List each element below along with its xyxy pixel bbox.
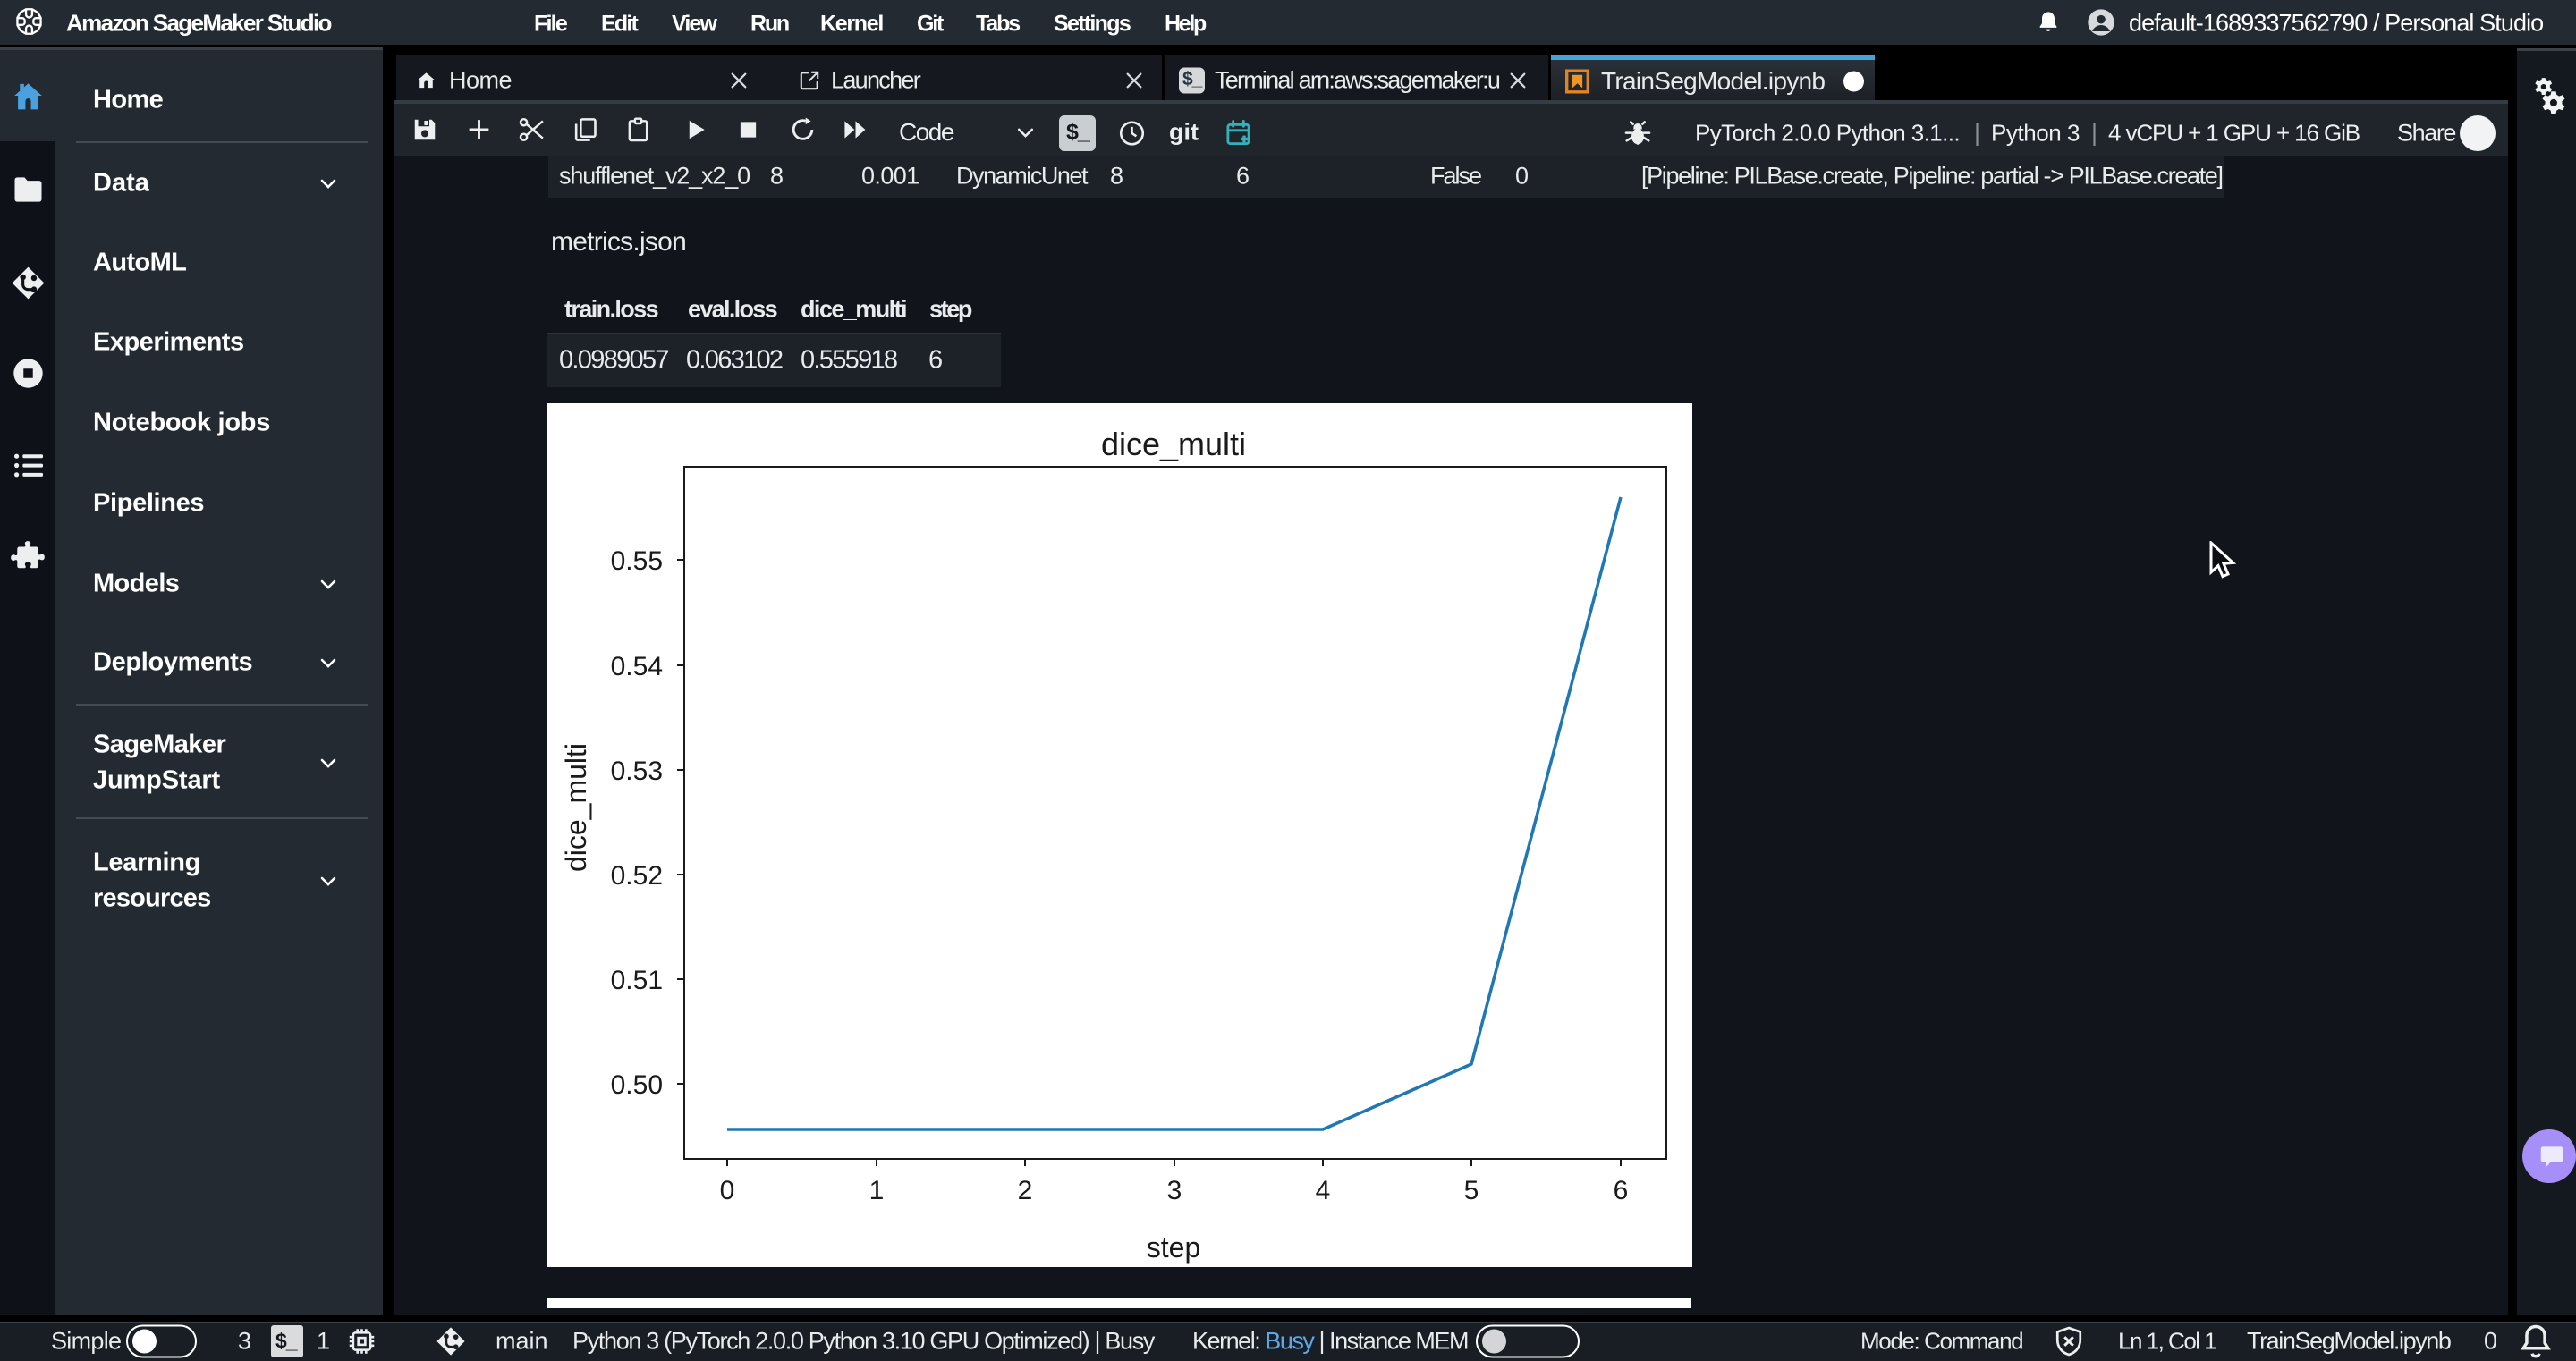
- svg-text:dice_multi: dice_multi: [560, 743, 592, 872]
- svg-text:0: 0: [720, 1176, 735, 1205]
- svg-text:0.55: 0.55: [611, 546, 663, 576]
- svg-text:5: 5: [1464, 1176, 1479, 1205]
- svg-text:4: 4: [1316, 1176, 1331, 1205]
- svg-text:1: 1: [869, 1176, 885, 1205]
- svg-text:dice_multi: dice_multi: [1101, 426, 1246, 462]
- svg-text:step: step: [1147, 1231, 1200, 1264]
- svg-text:0.54: 0.54: [611, 652, 663, 681]
- svg-text:0.53: 0.53: [611, 757, 663, 786]
- svg-text:0.51: 0.51: [611, 966, 663, 995]
- svg-text:2: 2: [1018, 1176, 1033, 1205]
- svg-text:0.50: 0.50: [611, 1070, 663, 1100]
- svg-text:3: 3: [1167, 1176, 1182, 1205]
- svg-text:0.52: 0.52: [611, 861, 663, 891]
- svg-text:6: 6: [1614, 1176, 1629, 1205]
